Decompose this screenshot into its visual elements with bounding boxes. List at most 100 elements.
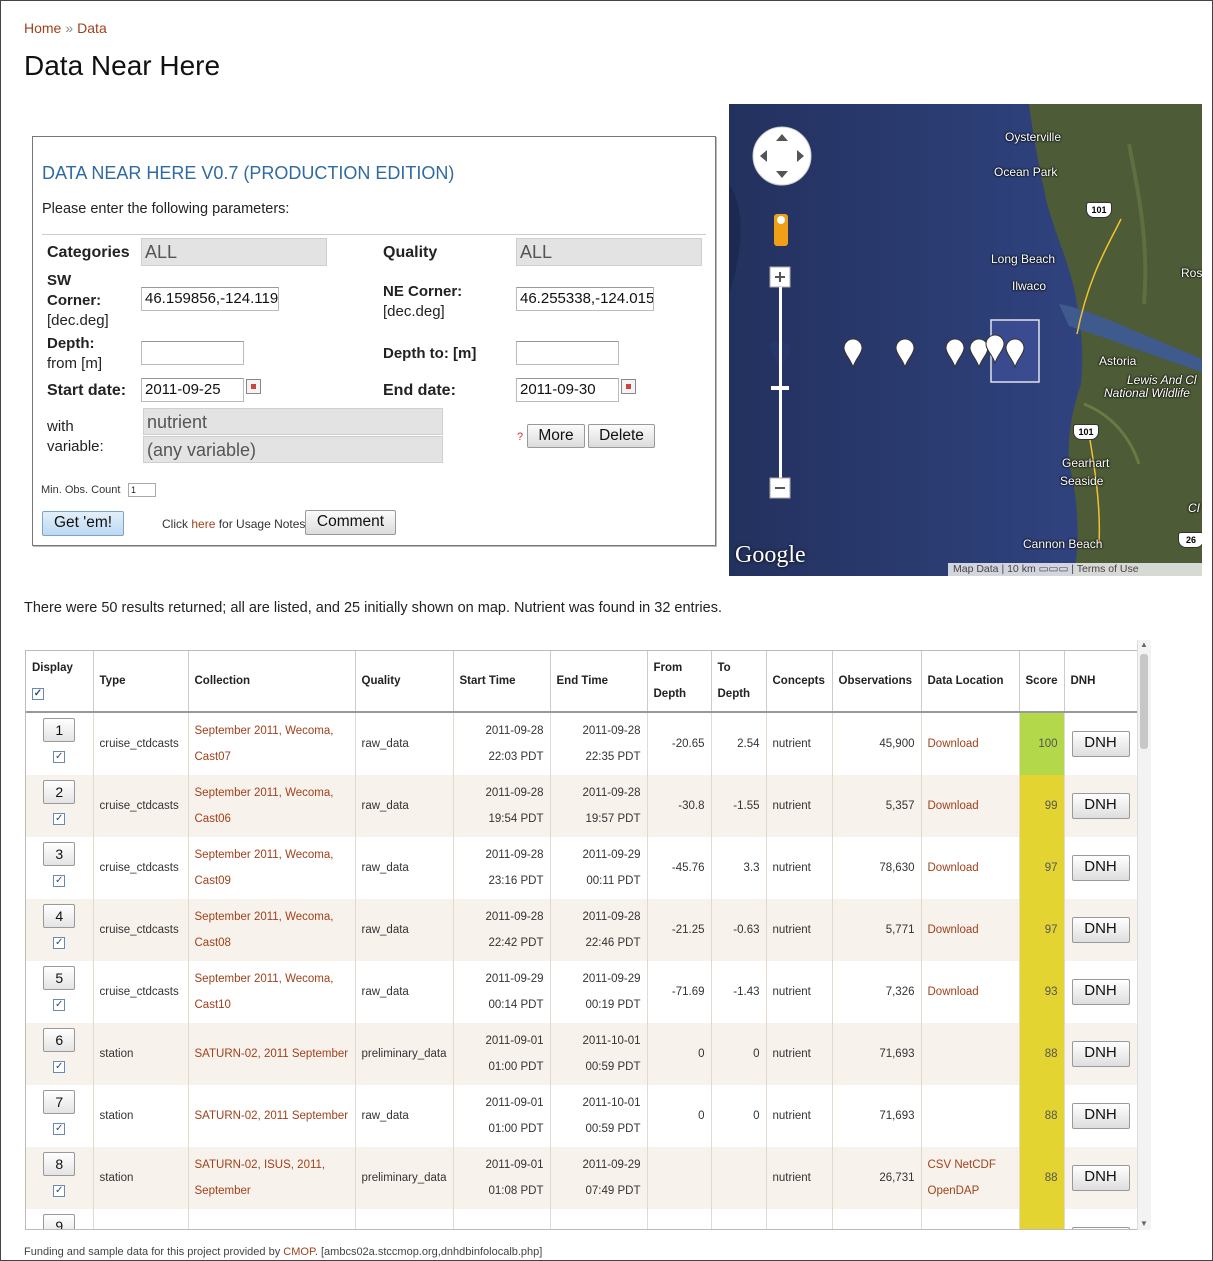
data-location-cell[interactable]: CSV NetCDF xyxy=(921,1209,1020,1229)
collection-link-2[interactable]: Cast07 xyxy=(195,751,231,763)
scroll-up-icon[interactable]: ▲ xyxy=(1140,640,1148,649)
get-em-button[interactable]: Get 'em! xyxy=(42,511,124,536)
more-button[interactable]: More xyxy=(527,424,585,448)
display-checkbox[interactable]: ✓ xyxy=(53,937,66,950)
collection-link[interactable]: September 2011, Wecoma, xyxy=(195,787,334,799)
collection-cell[interactable]: SATURN-02, 2011 September xyxy=(188,1085,356,1147)
collection-cell[interactable]: September 2011, Wecoma, Cast06 xyxy=(188,775,356,837)
usage-notes-link[interactable]: here xyxy=(191,517,215,531)
categories-select[interactable]: ALL xyxy=(141,238,327,266)
col-to-depth[interactable]: To Depth xyxy=(711,651,767,713)
collection-link-2[interactable]: Cast09 xyxy=(195,875,231,887)
collection-link[interactable]: September 2011, Wecoma, xyxy=(195,849,334,861)
col-from-depth[interactable]: From Depth xyxy=(647,651,712,713)
collection-cell[interactable]: SATURN-02, ISUS, 2011, xyxy=(188,1209,356,1229)
data-location-cell[interactable]: CSV NetCDF OpenDAP xyxy=(921,1147,1020,1209)
dnh-button[interactable]: DNH xyxy=(1071,855,1130,881)
map-marker-pin[interactable] xyxy=(895,338,915,368)
collection-link-2[interactable]: September xyxy=(195,1185,251,1197)
row-number-button[interactable]: 6 xyxy=(43,1027,76,1052)
col-display[interactable]: Display ✓ xyxy=(26,651,94,713)
display-checkbox[interactable]: ✓ xyxy=(53,813,66,826)
col-collection[interactable]: Collection xyxy=(188,651,356,713)
sw-corner-input[interactable]: 46.159856,-124.119 xyxy=(141,287,279,311)
ne-corner-input[interactable]: 46.255338,-124.015 xyxy=(516,287,654,311)
collection-link-2[interactable]: Cast08 xyxy=(195,937,231,949)
dnh-button[interactable]: DNH xyxy=(1071,979,1130,1005)
collection-cell[interactable]: September 2011, Wecoma, Cast09 xyxy=(188,837,356,899)
collection-link[interactable]: SATURN-02, 2011 September xyxy=(195,1110,349,1122)
col-concepts[interactable]: Concepts xyxy=(766,651,833,713)
col-type[interactable]: Type xyxy=(93,651,189,713)
row-number-button[interactable]: 4 xyxy=(43,903,76,928)
collection-cell[interactable]: September 2011, Wecoma, Cast07 xyxy=(188,712,356,775)
data-location-cell[interactable]: Download xyxy=(921,837,1020,899)
collection-cell[interactable]: September 2011, Wecoma, Cast08 xyxy=(188,899,356,961)
breadcrumb-data-link[interactable]: Data xyxy=(77,20,107,36)
row-number-button[interactable]: 5 xyxy=(43,965,76,990)
scroll-down-icon[interactable]: ▼ xyxy=(1140,1219,1148,1228)
end-calendar-icon[interactable] xyxy=(621,379,636,394)
download-link[interactable]: Download xyxy=(928,862,979,874)
dnh-button[interactable]: DNH xyxy=(1071,1041,1130,1067)
col-observations[interactable]: Observations xyxy=(832,651,922,713)
data-location-cell[interactable]: Download xyxy=(921,775,1020,837)
dnh-button[interactable]: DNH xyxy=(1071,1227,1130,1229)
dnh-button[interactable]: DNH xyxy=(1071,1103,1130,1129)
opendap-link[interactable]: OpenDAP xyxy=(928,1185,980,1197)
dnh-button[interactable]: DNH xyxy=(1071,793,1130,819)
col-score[interactable]: Score xyxy=(1019,651,1065,713)
depth-to-input[interactable] xyxy=(516,341,619,365)
collection-link-2[interactable]: Cast06 xyxy=(195,813,231,825)
display-checkbox[interactable]: ✓ xyxy=(53,1123,66,1136)
depth-from-input[interactable] xyxy=(141,341,244,365)
display-checkbox[interactable]: ✓ xyxy=(53,1185,66,1198)
quality-select[interactable]: ALL xyxy=(516,238,702,266)
map-marker-pin[interactable] xyxy=(945,338,965,368)
display-checkbox[interactable]: ✓ xyxy=(53,875,66,888)
map-marker-pin[interactable] xyxy=(985,334,1005,364)
map-view[interactable]: Oysterville Ocean Park Long Beach Ilwaco… xyxy=(729,104,1202,576)
col-end-time[interactable]: End Time xyxy=(550,651,648,713)
row-number-button[interactable]: 9 xyxy=(43,1213,76,1229)
col-data-location[interactable]: Data Location xyxy=(921,651,1020,713)
col-dnh[interactable]: DNH xyxy=(1064,651,1137,713)
dnh-button[interactable]: DNH xyxy=(1071,1165,1130,1191)
col-start-time[interactable]: Start Time xyxy=(453,651,551,713)
table-scrollbar[interactable]: ▲ ▼ xyxy=(1137,640,1151,1230)
comment-button[interactable]: Comment xyxy=(305,510,396,535)
dnh-button[interactable]: DNH xyxy=(1071,917,1130,943)
scrollbar-thumb[interactable] xyxy=(1140,654,1148,749)
collection-cell[interactable]: SATURN-02, ISUS, 2011, September xyxy=(188,1147,356,1209)
download-link[interactable]: Download xyxy=(928,924,979,936)
display-checkbox[interactable]: ✓ xyxy=(53,1061,66,1074)
end-date-input[interactable]: 2011-09-30 xyxy=(516,378,619,402)
help-icon[interactable]: ? xyxy=(517,431,523,443)
display-all-checkbox[interactable]: ✓ xyxy=(32,687,44,700)
download-link[interactable]: Download xyxy=(928,800,979,812)
row-number-button[interactable]: 7 xyxy=(43,1089,76,1114)
collection-link[interactable]: SATURN-02, 2011 September xyxy=(195,1048,349,1060)
collection-link[interactable]: September 2011, Wecoma, xyxy=(195,911,334,923)
collection-cell[interactable]: September 2011, Wecoma, Cast10 xyxy=(188,961,356,1023)
row-number-button[interactable]: 3 xyxy=(43,841,76,866)
dnh-button[interactable]: DNH xyxy=(1071,731,1130,757)
col-quality[interactable]: Quality xyxy=(355,651,454,713)
start-date-input[interactable]: 2011-09-25 xyxy=(141,378,244,402)
collection-link-2[interactable]: Cast10 xyxy=(195,999,231,1011)
map-marker-pin[interactable] xyxy=(1005,338,1025,368)
collection-link[interactable]: SATURN-02, ISUS, 2011, xyxy=(195,1159,326,1171)
data-location-cell[interactable] xyxy=(921,1085,1020,1147)
terms-link[interactable]: Terms of Use xyxy=(1077,563,1139,575)
variable-option-any[interactable]: (any variable) xyxy=(143,436,443,463)
collection-link[interactable]: September 2011, Wecoma, xyxy=(195,973,334,985)
row-number-button[interactable]: 1 xyxy=(43,717,76,742)
row-number-button[interactable]: 8 xyxy=(43,1151,76,1176)
delete-button[interactable]: Delete xyxy=(588,424,655,448)
collection-link[interactable]: September 2011, Wecoma, xyxy=(195,725,334,737)
start-calendar-icon[interactable] xyxy=(246,379,261,394)
data-location-cell[interactable]: Download xyxy=(921,961,1020,1023)
map-marker-pin[interactable] xyxy=(843,338,863,368)
collection-cell[interactable]: SATURN-02, 2011 September xyxy=(188,1023,356,1085)
download-link[interactable]: Download xyxy=(928,986,979,998)
